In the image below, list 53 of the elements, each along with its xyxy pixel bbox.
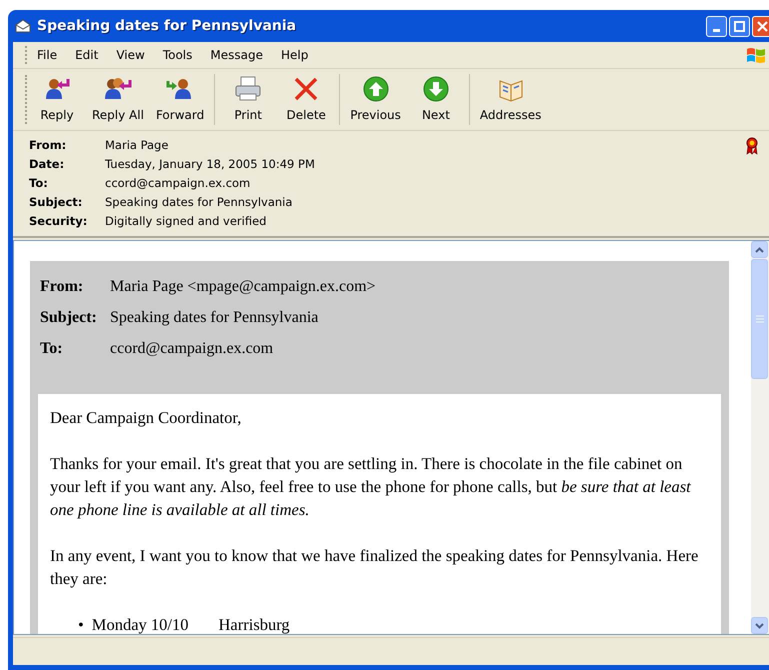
maximize-icon: [734, 20, 745, 32]
close-icon: [757, 20, 768, 32]
header-label: To:: [29, 175, 49, 192]
maximize-button[interactable]: [729, 16, 750, 36]
toolbar-button[interactable]: Reply: [28, 71, 86, 128]
toolbar-button[interactable]: Next: [406, 71, 465, 128]
toolbar-button[interactable]: Delete: [277, 71, 336, 128]
body-paragraph: Dear Campaign Coordinator,: [50, 407, 242, 429]
toolbar-button[interactable]: Addresses: [474, 71, 548, 128]
printer-icon: [233, 75, 264, 103]
menu-item[interactable]: Tools: [154, 46, 202, 64]
body-paragraph: Thanks for your email. It's great that you are settling in. There is chocolate in the file cabinet on your left if you want any. Also, feel free to use the phone for phone calls, but be sure that at least one phone line is available at all times.: [50, 453, 692, 521]
message-header-label: To:: [40, 339, 64, 359]
toolbar-button[interactable]: Previous: [344, 71, 407, 128]
header-value: Speaking dates for Pennsylvania: [105, 194, 294, 211]
scroll-up-button[interactable]: [751, 241, 768, 258]
windows-logo-icon: [746, 46, 766, 66]
header-label: From:: [29, 137, 68, 154]
message-header-value: Speaking dates for Pennsylvania: [110, 308, 320, 328]
message-header-label: Subject:: [40, 308, 98, 328]
menu-item[interactable]: Edit: [66, 46, 108, 64]
scroll-down-button[interactable]: [751, 617, 768, 634]
ribbon-icon: [745, 137, 759, 155]
header-label: Date:: [29, 156, 105, 175]
up-chevron-icon: [755, 246, 764, 252]
header-label: Subject:: [29, 194, 84, 211]
minimize-icon: [713, 28, 720, 32]
toolbar-button[interactable]: Reply All: [86, 71, 150, 128]
date-text: Monday 10/10: [92, 615, 188, 634]
header-label: Security:: [29, 213, 88, 230]
message-header-value: ccord@campaign.ex.com: [110, 339, 274, 359]
header-value: Digitally signed and verified: [105, 213, 268, 230]
minimize-button[interactable]: [706, 16, 727, 36]
envelope-icon: [15, 19, 31, 33]
down-chevron-icon: [755, 622, 764, 628]
message-header-value: Maria Page <mpage@campaign.ex.com>: [110, 277, 376, 297]
menu-item[interactable]: File: [28, 46, 66, 64]
header-value: Maria Page: [105, 137, 170, 154]
body-paragraph: In any event, I want you to know that we have finalized the speaking dates for Pennsylvania. Here they are:: [50, 545, 700, 590]
place-text: Harrisburg: [218, 615, 290, 634]
header-value: ccord@campaign.ex.com: [105, 175, 252, 192]
vertical-scrollbar[interactable]: [751, 241, 769, 634]
toolbar-button[interactable]: Print: [219, 71, 278, 128]
close-button[interactable]: [752, 16, 769, 36]
menu-item[interactable]: Message: [201, 46, 272, 64]
bullet-mark: •: [78, 615, 84, 634]
header-value: Tuesday, January 18, 2005 10:49 PM: [105, 156, 315, 173]
window-title: Speaking dates for Pennsylvania: [37, 16, 298, 36]
menu-item[interactable]: Help: [272, 46, 318, 64]
menu-item[interactable]: View: [107, 46, 154, 64]
scroll-thumb[interactable]: [751, 259, 768, 379]
toolbar-button[interactable]: Forward: [150, 71, 210, 128]
message-header-label: From:: [40, 273, 110, 304]
